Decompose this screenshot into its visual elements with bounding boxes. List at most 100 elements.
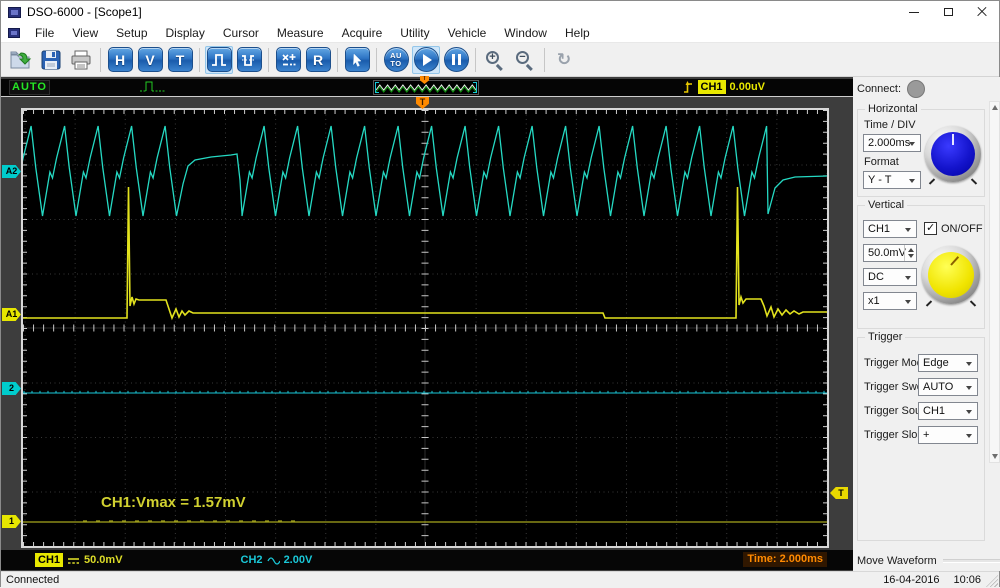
trigger-channel-badge: CH1 [697, 80, 726, 94]
vertical-knob[interactable] [922, 246, 980, 307]
ch1-position-marker[interactable]: 1 [2, 515, 21, 528]
toolbar-separator [376, 47, 377, 72]
ch2-position-marker[interactable]: 2 [2, 382, 21, 395]
maximize-icon [943, 8, 953, 16]
resize-grip[interactable] [986, 575, 998, 587]
trigger-sweep-select[interactable]: AUTO [918, 378, 978, 396]
stepper-arrows-icon[interactable] [904, 245, 916, 261]
zoom-in-button[interactable]: + [481, 46, 509, 74]
pulse-train-button[interactable] [235, 46, 263, 74]
control-panel: Connect: Horizontal Time / DIV 2.000ms F… [853, 77, 1000, 571]
toolbar: H V T R AU TO + − ↻ [1, 43, 999, 77]
trigger-level-marker[interactable]: T [830, 487, 848, 499]
pointer-button[interactable] [343, 46, 371, 74]
coupling-select[interactable]: DC [863, 268, 917, 286]
menu-utility[interactable]: Utility [391, 24, 438, 42]
refresh-icon: ↻ [556, 49, 572, 69]
connection-status: Connected [6, 574, 60, 586]
ch2-label[interactable]: CH2 [241, 554, 263, 566]
ch1-scale-value: 50.0mV [84, 554, 123, 566]
toolbar-separator [199, 47, 200, 72]
trigger-settings-button[interactable]: T [166, 46, 194, 74]
ref-a2-marker[interactable]: A2 [2, 165, 21, 178]
move-waveform-label: Move Waveform [857, 555, 937, 567]
print-button[interactable] [67, 46, 95, 74]
menu-setup[interactable]: Setup [107, 24, 156, 42]
ch1-badge[interactable]: CH1 [35, 553, 64, 567]
open-button[interactable] [7, 46, 35, 74]
menu-measure[interactable]: Measure [268, 24, 333, 42]
menu-file[interactable]: File [26, 24, 63, 42]
vertical-settings-button[interactable]: V [136, 46, 164, 74]
status-time: 10:06 [953, 574, 981, 586]
horizontal-knob[interactable] [925, 126, 981, 185]
menu-acquire[interactable]: Acquire [333, 24, 392, 42]
horizontal-knob-pointer [952, 134, 954, 145]
trigger-group-title: Trigger [865, 331, 906, 343]
math-button[interactable] [274, 46, 302, 74]
dc-coupling-icon [68, 557, 80, 564]
trigger-group: Trigger Trigger Mode Edge Trigger Sweep … [857, 331, 985, 541]
channel-onoff-checkbox[interactable] [924, 221, 937, 235]
volts-div-stepper[interactable]: 50.0mV [863, 244, 917, 262]
single-pulse-button[interactable] [205, 45, 233, 74]
math-operations-icon [281, 53, 295, 65]
vertical-knob-face [928, 252, 974, 298]
knob-tick [969, 300, 977, 307]
status-date: 16-04-2016 [883, 574, 940, 586]
toolbar-separator [544, 47, 545, 72]
knob-tick [928, 178, 936, 185]
falling-pulse-icon [241, 54, 256, 66]
pause-icon [451, 54, 461, 65]
waveform-traces: CH1:Vmax = 1.57mV [23, 125, 827, 523]
cursor-arrow-icon [352, 52, 362, 67]
close-button[interactable] [965, 1, 999, 23]
knob-tick [925, 300, 933, 307]
title-bar: DSO-6000 - [Scope1] [1, 1, 999, 23]
autoset-button[interactable]: AU TO [382, 46, 410, 74]
r-letter-icon: R [305, 47, 331, 72]
format-select[interactable]: Y - T [863, 171, 921, 189]
trigger-slope-select[interactable]: + [918, 426, 978, 444]
trigger-mode-select[interactable]: Edge [918, 354, 978, 372]
zoom-out-button[interactable]: − [511, 46, 539, 74]
format-label: Format [864, 156, 899, 168]
scroll-up-icon[interactable] [992, 105, 998, 110]
acquisition-status-badge: AUTO [9, 80, 50, 95]
menu-bar: File View Setup Display Cursor Measure A… [1, 23, 999, 43]
menu-help[interactable]: Help [556, 24, 599, 42]
run-button[interactable] [412, 45, 440, 74]
trigger-source-select[interactable]: CH1 [918, 402, 978, 420]
move-waveform-slider[interactable] [942, 559, 1000, 563]
zoom-in-icon: + [485, 50, 505, 71]
menu-view[interactable]: View [63, 24, 107, 42]
connect-indicator-button[interactable] [907, 80, 926, 98]
panel-scrollbar[interactable] [989, 101, 1000, 463]
reference-button[interactable]: R [304, 46, 332, 74]
scroll-down-icon[interactable] [992, 454, 998, 459]
trigger-type-pulse-icon [140, 81, 166, 92]
preview-left-bracket-icon [375, 82, 379, 93]
channel-select[interactable]: CH1 [863, 220, 917, 238]
window-title: DSO-6000 - [Scope1] [27, 5, 142, 19]
app-window: DSO-6000 - [Scope1] File View Setup Disp… [0, 0, 1000, 588]
pause-button[interactable] [442, 46, 470, 74]
save-button[interactable] [37, 46, 65, 74]
time-div-select[interactable]: 2.000ms [863, 134, 921, 152]
vertical-group-title: Vertical [865, 199, 908, 211]
menu-vehicle[interactable]: Vehicle [439, 24, 496, 42]
ref-a1-marker[interactable]: A1 [2, 308, 21, 321]
horizontal-settings-button[interactable]: H [106, 46, 134, 74]
open-folder-icon [10, 51, 32, 68]
maximize-button[interactable] [931, 1, 965, 23]
menu-window[interactable]: Window [495, 24, 556, 42]
menu-cursor[interactable]: Cursor [214, 24, 268, 42]
preview-waveform [375, 84, 477, 93]
waveform-plot-area[interactable]: CH1:Vmax = 1.57mV [21, 108, 829, 548]
probe-select[interactable]: x1 [863, 292, 917, 310]
refresh-button[interactable]: ↻ [550, 46, 578, 74]
minimize-button[interactable] [897, 1, 931, 23]
menu-display[interactable]: Display [157, 24, 214, 42]
connect-label: Connect: [857, 83, 902, 95]
scope-status-strip: AUTO T CH1 0.00uV [1, 76, 853, 97]
